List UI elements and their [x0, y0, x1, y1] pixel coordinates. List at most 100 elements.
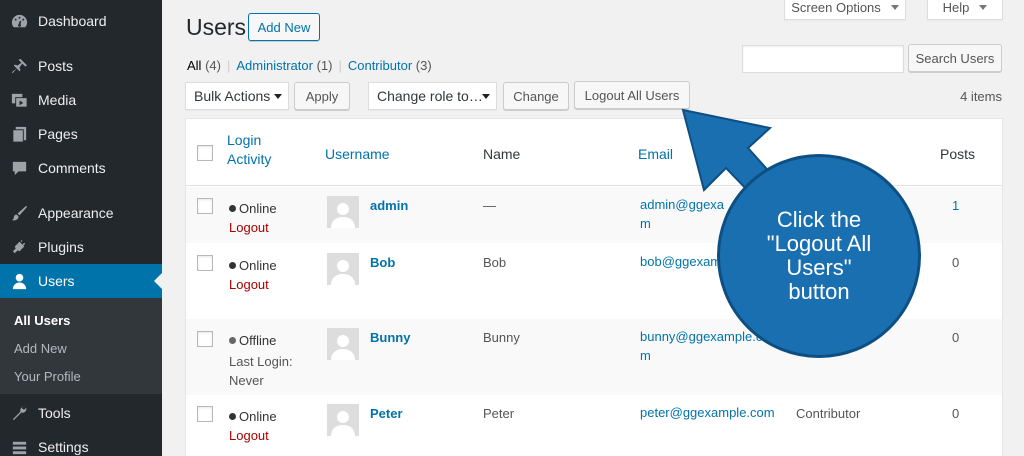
menu-item-plugins[interactable]: Plugins	[0, 230, 162, 264]
separator: |	[338, 58, 342, 73]
logout-link[interactable]: Logout	[229, 428, 269, 443]
menu-item-comments[interactable]: Comments	[0, 151, 162, 185]
screen-options-tab[interactable]: Screen Options	[784, 0, 906, 20]
media-icon	[0, 91, 38, 110]
menu-item-users[interactable]: Users	[0, 264, 162, 298]
menu-label: Pages	[38, 126, 78, 142]
user-role: Contributor	[796, 406, 861, 421]
user-name: Bob	[483, 255, 507, 270]
posts-count: 0	[952, 255, 960, 270]
dashboard-icon	[0, 12, 38, 31]
logout-all-users-button[interactable]: Logout All Users	[574, 81, 690, 109]
col-posts: Posts	[940, 146, 976, 162]
col-email[interactable]: Email	[638, 146, 673, 162]
screen-options-label: Screen Options	[791, 0, 881, 15]
bulk-actions-value: Bulk Actions	[194, 88, 271, 104]
wrench-icon	[0, 404, 38, 423]
menu-item-posts[interactable]: Posts	[0, 49, 162, 83]
chevron-down-icon	[890, 5, 899, 10]
email-link[interactable]: peter@ggexample.com	[640, 403, 780, 422]
help-tab[interactable]: Help	[927, 0, 1003, 20]
menu-item-appearance[interactable]: Appearance	[0, 196, 162, 230]
status-label: Online	[229, 258, 277, 273]
offline-dot-icon	[229, 337, 236, 344]
submenu-all-users[interactable]: All Users	[14, 313, 70, 328]
filter-all[interactable]: All (4)	[187, 58, 221, 73]
posts-count-link[interactable]: 1	[952, 198, 959, 213]
status-label: Online	[229, 201, 277, 216]
apply-button[interactable]: Apply	[294, 82, 350, 110]
search-input[interactable]	[742, 45, 904, 73]
users-submenu: All Users Add New Your Profile	[0, 298, 162, 394]
menu-label: Users	[38, 273, 75, 289]
logout-link[interactable]: Logout	[229, 220, 269, 235]
col-username[interactable]: Username	[325, 146, 390, 162]
username-link[interactable]: Bob	[370, 255, 395, 270]
row-checkbox[interactable]	[197, 198, 213, 214]
row-checkbox[interactable]	[197, 406, 213, 422]
menu-item-media[interactable]: Media	[0, 83, 162, 117]
user-name: Bunny	[483, 330, 520, 345]
posts-count: 0	[952, 406, 960, 421]
menu-label: Dashboard	[38, 13, 107, 29]
col-login-activity[interactable]: Login Activity	[227, 131, 271, 169]
online-dot-icon	[229, 262, 236, 269]
menu-item-settings[interactable]: Settings	[0, 430, 162, 456]
user-name: Peter	[483, 406, 515, 421]
col-name: Name	[483, 146, 521, 162]
filter-administrator[interactable]: Administrator (1)	[236, 58, 332, 73]
row-checkbox[interactable]	[197, 255, 213, 271]
user-role-filters: All (4) | Administrator (1) | Contributo…	[187, 58, 432, 73]
online-dot-icon	[229, 413, 236, 420]
last-login-text: Last Login: Never	[229, 354, 293, 388]
username-link[interactable]: Bunny	[370, 330, 410, 345]
avatar	[327, 196, 359, 228]
callout-line: "Logout All	[766, 231, 872, 256]
chevron-down-icon	[979, 5, 988, 10]
menu-item-pages[interactable]: Pages	[0, 117, 162, 151]
filter-contributor[interactable]: Contributor (3)	[348, 58, 432, 73]
submenu-add-new[interactable]: Add New	[14, 341, 67, 356]
change-role-value: Change role to…	[377, 88, 483, 104]
brush-icon	[0, 204, 38, 223]
search-users-button[interactable]: Search Users	[908, 44, 1002, 72]
select-all-checkbox[interactable]	[197, 145, 213, 161]
items-count: 4 items	[960, 89, 1002, 104]
online-dot-icon	[229, 205, 236, 212]
pin-icon	[0, 57, 38, 76]
submenu-your-profile[interactable]: Your Profile	[14, 369, 81, 384]
menu-item-dashboard[interactable]: Dashboard	[0, 4, 162, 38]
logout-link[interactable]: Logout	[229, 277, 269, 292]
callout-line: Click the	[776, 207, 862, 232]
avatar	[327, 253, 359, 285]
status-label: Online	[229, 409, 277, 424]
bulk-actions-select[interactable]: Bulk Actions	[185, 82, 289, 110]
menu-label: Comments	[38, 160, 106, 176]
chevron-down-icon	[482, 94, 490, 99]
menu-item-tools[interactable]: Tools	[0, 396, 162, 430]
posts-count: 0	[952, 330, 960, 345]
change-role-button[interactable]: Change	[503, 82, 569, 110]
add-new-button[interactable]: Add New	[248, 13, 320, 41]
chevron-down-icon	[274, 94, 282, 99]
pages-icon	[0, 125, 38, 144]
admin-sidebar: Dashboard Posts Media Pages Comments App…	[0, 0, 162, 456]
help-label: Help	[942, 0, 970, 15]
username-link[interactable]: Peter	[370, 406, 403, 421]
menu-label: Appearance	[38, 205, 114, 221]
plug-icon	[0, 238, 38, 257]
comments-icon	[0, 159, 38, 178]
row-checkbox[interactable]	[197, 331, 213, 347]
change-role-select[interactable]: Change role to…	[368, 82, 497, 110]
menu-label: Tools	[38, 405, 71, 421]
settings-icon	[0, 438, 38, 456]
callout-line: button	[788, 279, 850, 304]
menu-label: Posts	[38, 58, 74, 74]
callout-bubble: Click the "Logout All Users" button	[717, 154, 921, 358]
avatar	[327, 328, 359, 360]
menu-label: Settings	[38, 439, 89, 455]
username-link[interactable]: admin	[370, 198, 408, 213]
user-icon	[0, 272, 38, 291]
separator: |	[226, 58, 231, 73]
menu-label: Media	[38, 92, 77, 108]
